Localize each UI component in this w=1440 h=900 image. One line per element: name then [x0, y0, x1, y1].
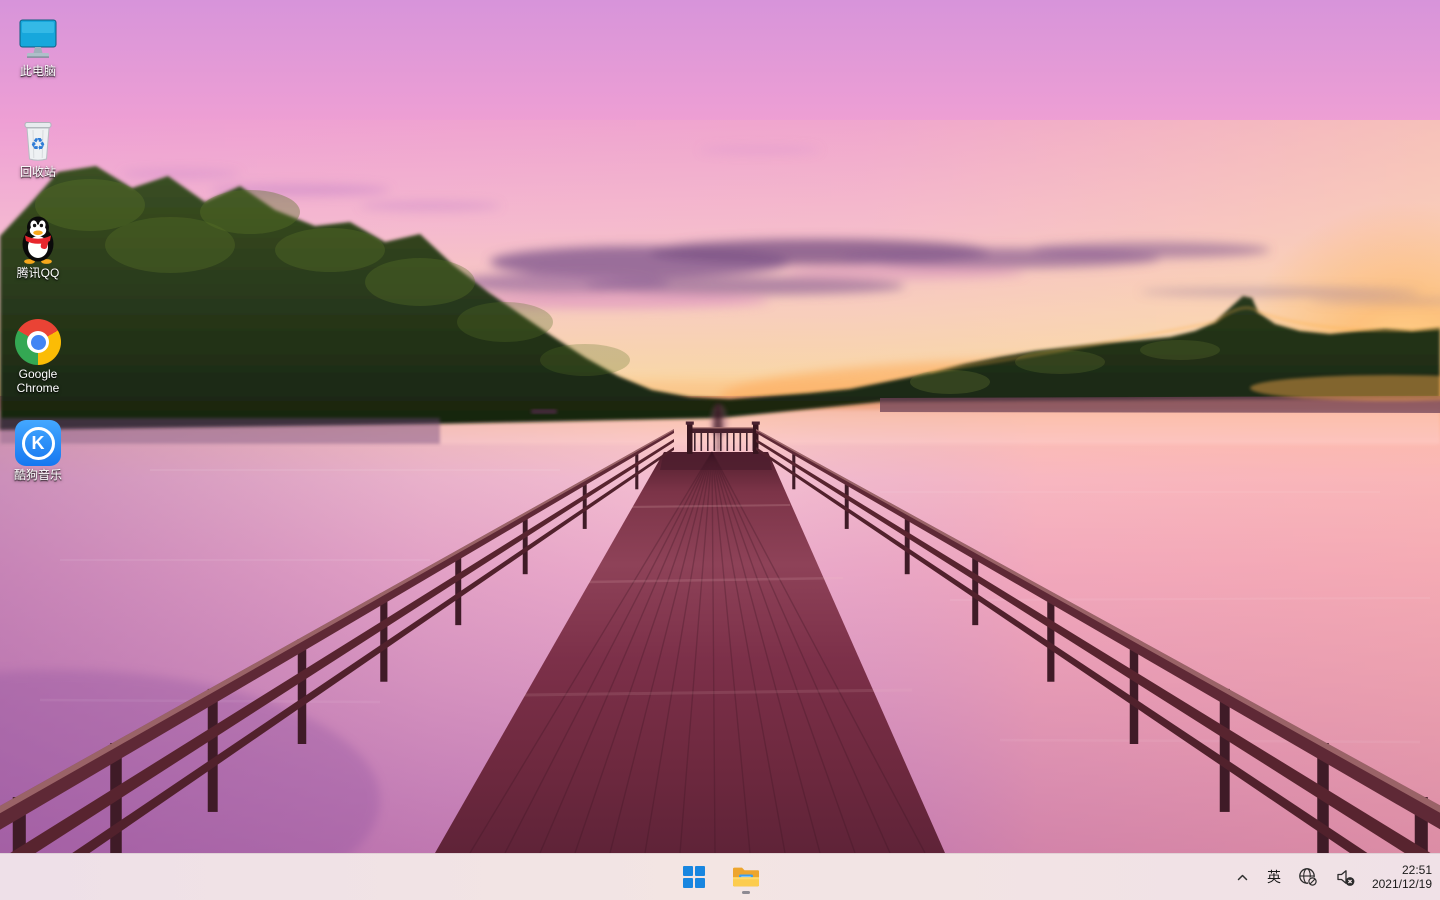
globe-no-internet-icon — [1298, 867, 1318, 887]
system-tray: 英 22:51 — [1233, 854, 1432, 900]
clock-date: 2021/12/19 — [1372, 877, 1432, 891]
taskbar-center — [675, 854, 765, 900]
volume-button[interactable] — [1333, 865, 1357, 889]
desktop-icon-recycle-bin[interactable]: ♻ 回收站 — [2, 107, 74, 208]
desktop-icon-label: 腾讯QQ — [17, 267, 60, 281]
wallpaper-image — [0, 0, 1440, 853]
kugou-music-icon: K — [15, 416, 61, 466]
desktop-screen: 此电脑 ♻ 回收站 — [0, 0, 1440, 900]
taskbar: 英 22:51 — [0, 853, 1440, 900]
start-button[interactable] — [675, 858, 713, 896]
file-explorer-icon — [732, 865, 760, 889]
desktop-icon-label: 酷狗音乐 — [14, 469, 62, 483]
desktop-icon-google-chrome[interactable]: Google Chrome — [2, 309, 74, 410]
computer-monitor-icon — [14, 12, 62, 62]
desktop-icon-label: 回收站 — [20, 166, 56, 180]
desktop-icon-label: Google Chrome — [2, 368, 74, 396]
recycle-bin-icon: ♻ — [18, 113, 58, 163]
kugou-logo-letter: K — [32, 434, 45, 452]
desktop-icon-label: 此电脑 — [20, 65, 56, 79]
clock[interactable]: 22:51 2021/12/19 — [1372, 863, 1432, 891]
desktop-icon-grid: 此电脑 ♻ 回收站 — [2, 6, 74, 511]
windows-start-icon — [683, 866, 705, 888]
qq-penguin-icon — [15, 214, 61, 264]
recycle-symbol-icon: ♻ — [30, 135, 45, 155]
desktop-icon-kugou-music[interactable]: K 酷狗音乐 — [2, 410, 74, 511]
desktop-icon-tencent-qq[interactable]: 腾讯QQ — [2, 208, 74, 309]
desktop-icon-this-pc[interactable]: 此电脑 — [2, 6, 74, 107]
chrome-browser-icon — [15, 315, 61, 365]
running-indicator — [742, 891, 750, 894]
chevron-up-icon — [1235, 870, 1250, 885]
network-button[interactable] — [1296, 865, 1320, 889]
file-explorer-button[interactable] — [727, 858, 765, 896]
clock-time: 22:51 — [1402, 863, 1432, 877]
tray-chevron-button[interactable] — [1233, 868, 1252, 887]
speaker-muted-icon — [1335, 867, 1355, 887]
ime-indicator[interactable]: 英 — [1265, 865, 1283, 889]
